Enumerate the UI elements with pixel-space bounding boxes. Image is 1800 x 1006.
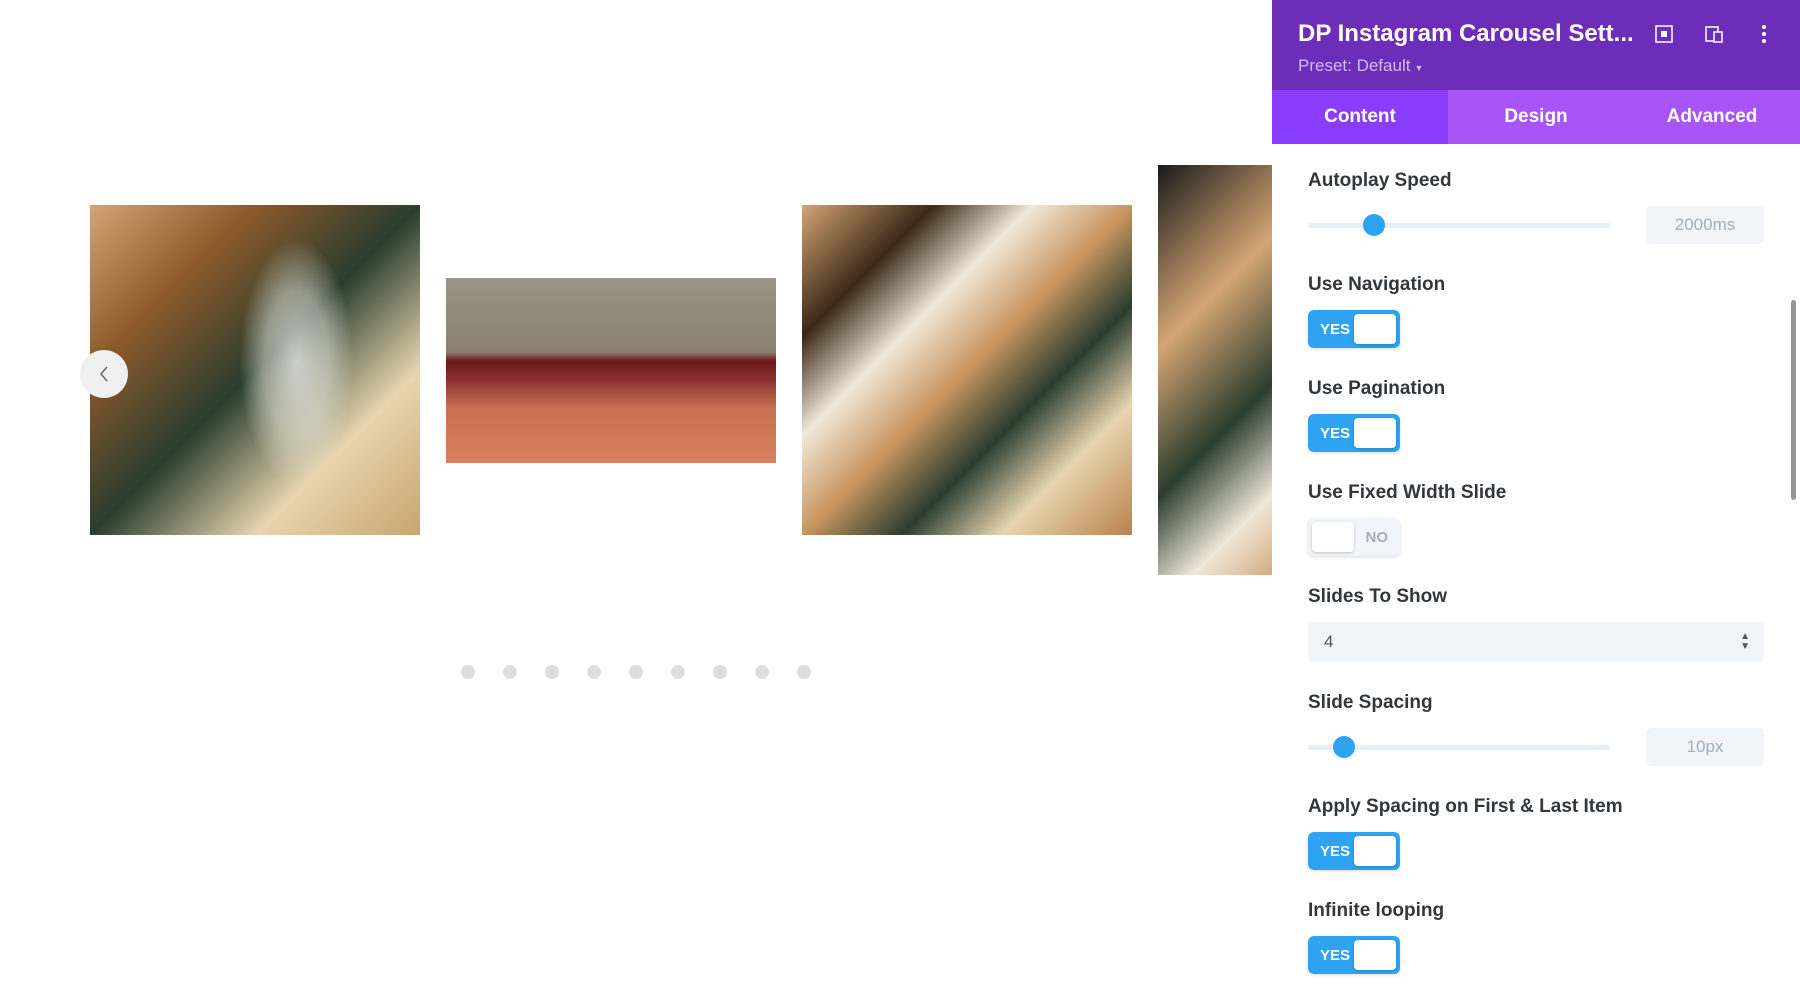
input-slide-spacing[interactable] <box>1646 728 1764 766</box>
responsive-icon[interactable] <box>1704 24 1724 44</box>
fullscreen-icon[interactable] <box>1654 24 1674 44</box>
tab-advanced[interactable]: Advanced <box>1624 90 1800 144</box>
label-use-navigation: Use Navigation <box>1308 274 1764 296</box>
toggle-use-pagination[interactable]: YES <box>1308 414 1400 452</box>
toggle-fixed-width[interactable]: NO <box>1308 518 1400 556</box>
panel-title: DP Instagram Carousel Sett... <box>1298 20 1634 48</box>
slider-slide-spacing[interactable] <box>1308 745 1610 750</box>
slide-image <box>1158 165 1272 575</box>
toggle-use-navigation[interactable]: YES <box>1308 310 1400 348</box>
select-arrows-icon: ▲▼ <box>1740 633 1750 651</box>
slider-autoplay-speed[interactable] <box>1308 223 1610 228</box>
tab-design[interactable]: Design <box>1448 90 1624 144</box>
pagination-dot[interactable] <box>503 665 517 679</box>
label-fixed-width: Use Fixed Width Slide <box>1308 482 1764 504</box>
carousel-slide[interactable] <box>90 205 420 535</box>
input-autoplay-speed[interactable] <box>1646 206 1764 244</box>
pagination-dot[interactable] <box>587 665 601 679</box>
label-autoplay-speed: Autoplay Speed <box>1308 170 1764 192</box>
scrollbar-thumb[interactable] <box>1791 300 1796 500</box>
carousel-prev-button[interactable] <box>80 350 128 398</box>
label-infinite-looping: Infinite looping <box>1308 900 1764 922</box>
select-slides-show[interactable]: 4 ▲▼ <box>1308 622 1764 662</box>
pagination-dot[interactable] <box>461 665 475 679</box>
chevron-left-icon <box>99 365 109 383</box>
pagination-dot[interactable] <box>671 665 685 679</box>
label-slides-show: Slides To Show <box>1308 586 1764 608</box>
settings-scroll-area[interactable]: Autoplay Speed Use Navigation YES Use Pa… <box>1272 144 1800 1006</box>
label-slide-spacing: Slide Spacing <box>1308 692 1764 714</box>
slide-image <box>446 278 776 463</box>
slide-image <box>90 205 420 535</box>
slide-image <box>802 205 1132 535</box>
toggle-infinite-looping[interactable]: YES <box>1308 936 1400 974</box>
panel-header: DP Instagram Carousel Sett... Preset: De… <box>1272 0 1800 90</box>
pagination-dot[interactable] <box>545 665 559 679</box>
carousel <box>90 165 1272 575</box>
pagination-dot[interactable] <box>713 665 727 679</box>
toggle-apply-spacing[interactable]: YES <box>1308 832 1400 870</box>
pagination-dot[interactable] <box>755 665 769 679</box>
pagination-dot[interactable] <box>629 665 643 679</box>
preset-dropdown[interactable]: Preset: Default <box>1298 56 1634 76</box>
carousel-slide[interactable] <box>802 205 1132 535</box>
carousel-slide[interactable] <box>1158 165 1272 575</box>
settings-tabs: Content Design Advanced <box>1272 90 1800 144</box>
carousel-pagination <box>461 665 811 679</box>
pagination-dot[interactable] <box>797 665 811 679</box>
tab-content[interactable]: Content <box>1272 90 1448 144</box>
settings-panel: DP Instagram Carousel Sett... Preset: De… <box>1272 0 1800 1006</box>
carousel-slide[interactable] <box>446 278 776 463</box>
canvas-preview <box>0 0 1272 1006</box>
more-options-icon[interactable] <box>1754 24 1774 44</box>
label-use-pagination: Use Pagination <box>1308 378 1764 400</box>
label-apply-spacing: Apply Spacing on First & Last Item <box>1308 796 1764 818</box>
